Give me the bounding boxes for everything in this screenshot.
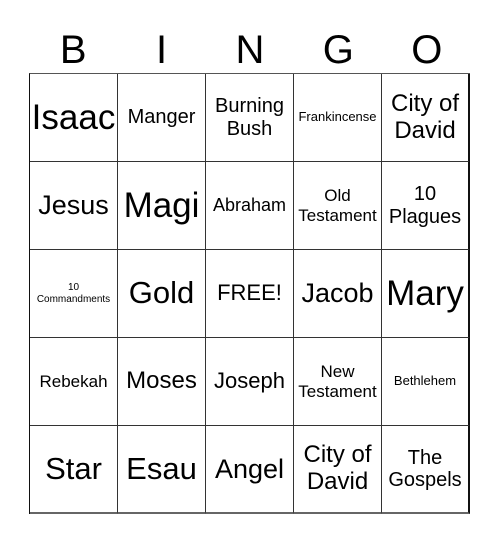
bingo-cell[interactable]: Jacob <box>294 250 382 338</box>
header-letter-o: O <box>411 28 443 72</box>
header-letter-n: N <box>235 28 265 72</box>
bingo-cell[interactable]: Bethlehem <box>382 338 470 426</box>
bingo-cell[interactable]: Angel <box>206 426 294 514</box>
bingo-cell[interactable]: Mary <box>382 250 470 338</box>
header-letter-g: G <box>322 28 354 72</box>
bingo-cell[interactable]: City of David <box>382 74 470 162</box>
bingo-cell[interactable]: Moses <box>118 338 206 426</box>
bingo-cell[interactable]: 10 Commandments <box>30 250 118 338</box>
bingo-cell[interactable]: Manger <box>118 74 206 162</box>
bingo-cell[interactable]: 10 Plagues <box>382 162 470 250</box>
bingo-cell[interactable]: Magi <box>118 162 206 250</box>
bingo-cell[interactable]: Burning Bush <box>206 74 294 162</box>
bingo-cell[interactable]: Esau <box>118 426 206 514</box>
bingo-cell[interactable]: New Testament <box>294 338 382 426</box>
bingo-cell[interactable]: Isaac <box>30 74 118 162</box>
bingo-header: B I N G O <box>29 28 471 72</box>
bingo-cell[interactable]: Gold <box>118 250 206 338</box>
bingo-cell[interactable]: Joseph <box>206 338 294 426</box>
bingo-cell[interactable]: The Gospels <box>382 426 470 514</box>
bingo-cell[interactable]: Frankincense <box>294 74 382 162</box>
bingo-cell[interactable]: Rebekah <box>30 338 118 426</box>
bingo-grid: Isaac Manger Burning Bush Frankincense C… <box>29 73 470 514</box>
header-letter-b: B <box>59 28 87 72</box>
free-space-cell[interactable]: FREE! <box>206 250 294 338</box>
bingo-cell[interactable]: Jesus <box>30 162 118 250</box>
bingo-cell[interactable]: Star <box>30 426 118 514</box>
header-letter-i: I <box>156 28 168 72</box>
bingo-cell[interactable]: Old Testament <box>294 162 382 250</box>
bingo-cell[interactable]: City of David <box>294 426 382 514</box>
bingo-cell[interactable]: Abraham <box>206 162 294 250</box>
